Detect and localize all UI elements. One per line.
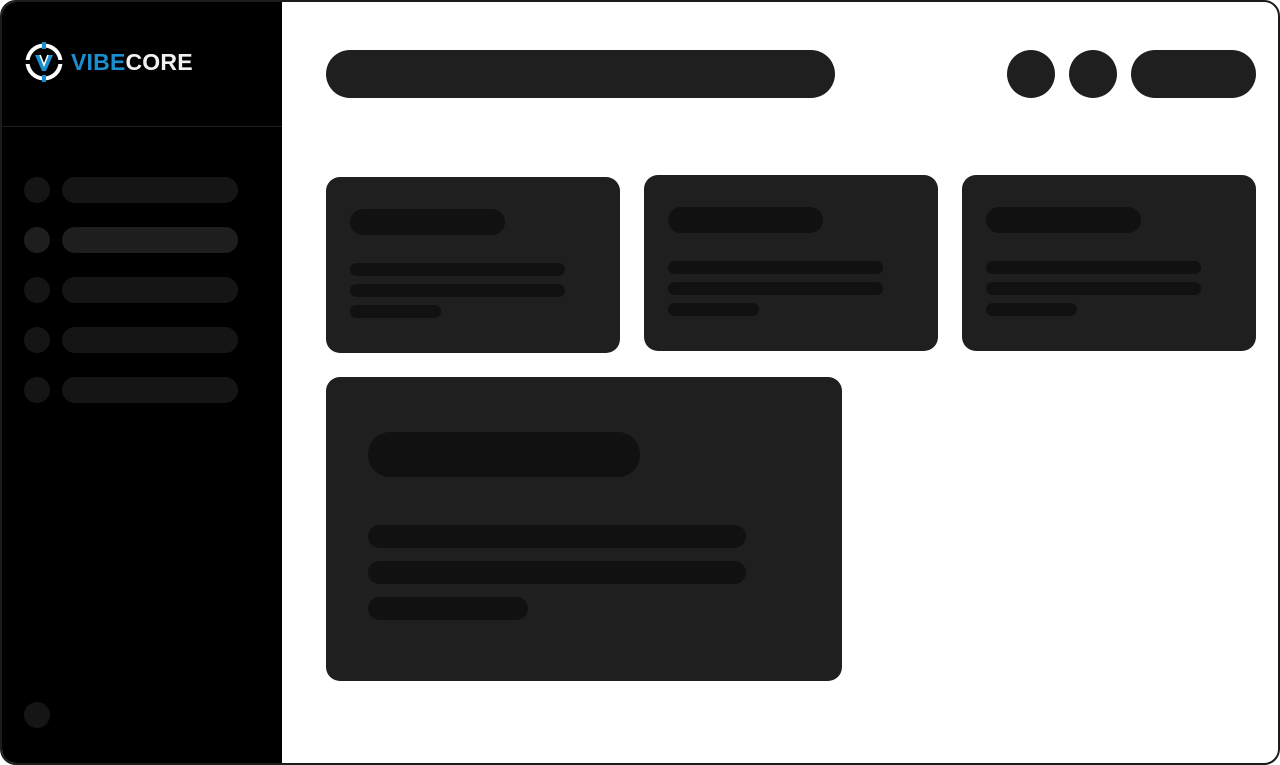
card-title [368,432,640,477]
sidebar-item-2[interactable] [24,227,238,253]
brand-header: VIBECORE [2,2,282,127]
sidebar-item-icon [24,327,50,353]
sidebar: VIBECORE [2,2,282,763]
card-text-line [368,525,746,548]
card-text-line [350,263,565,276]
sidebar-item-1[interactable] [24,177,238,203]
sidebar-item-icon [24,277,50,303]
card-text-line [986,282,1201,295]
sidebar-item-label [62,377,238,403]
card-title [350,209,505,235]
card-title [668,207,823,233]
card-text-line [368,561,746,584]
card-text-line [350,305,441,318]
card-text-line [668,303,759,316]
card-text-line [668,282,883,295]
sidebar-item-3[interactable] [24,277,238,303]
sidebar-item-label [62,277,238,303]
sidebar-item-icon [24,227,50,253]
header-action-button[interactable] [1131,50,1256,98]
card-text-line [668,261,883,274]
card-2[interactable] [644,175,938,351]
app-window: VIBECORE [0,0,1280,765]
header-icon-button-2[interactable] [1069,50,1117,98]
card-1[interactable] [326,177,620,353]
sidebar-item-icon [24,377,50,403]
brand-name-part1: VIBE [71,49,126,75]
card-title [986,207,1141,233]
card-large[interactable] [326,377,842,681]
sidebar-item-5[interactable] [24,377,238,403]
sidebar-item-icon [24,177,50,203]
brand-name: VIBECORE [71,49,193,75]
brand-name-part2: CORE [125,49,193,75]
sidebar-item-label [62,177,238,203]
card-text-line [986,303,1077,316]
sidebar-item-label [62,327,238,353]
sidebar-item-label [62,227,238,253]
card-text-line [986,261,1201,274]
card-3[interactable] [962,175,1256,351]
vibecore-logo-icon [24,42,64,82]
sidebar-item-4[interactable] [24,327,238,353]
header-icon-button-1[interactable] [1007,50,1055,98]
user-avatar[interactable] [24,702,50,728]
card-text-line [350,284,565,297]
card-text-line [368,597,528,620]
search-input[interactable] [326,50,835,98]
